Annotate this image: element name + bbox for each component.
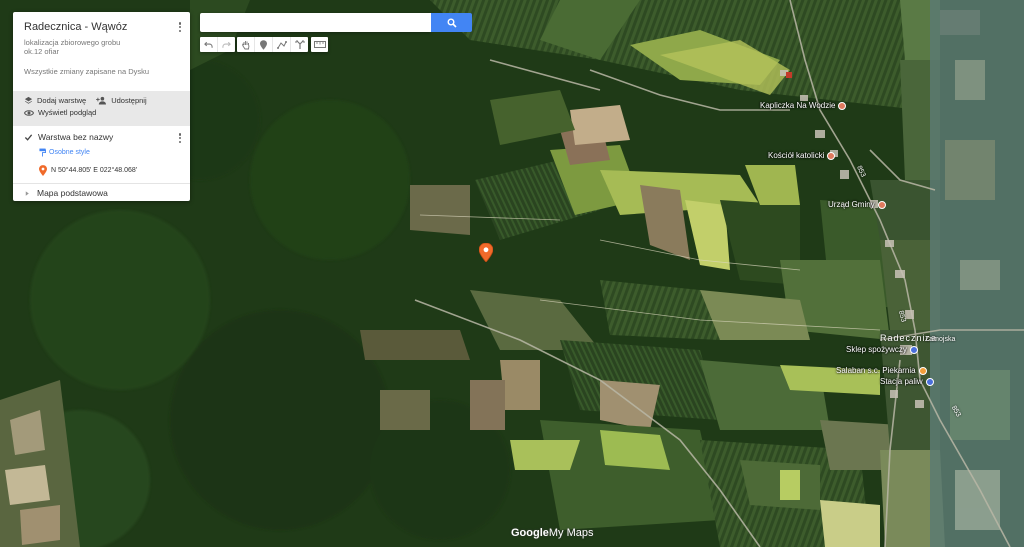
layers-icon xyxy=(24,96,33,104)
watermark-brand: Google xyxy=(511,527,549,539)
poi-label: Salaban s.c. Piekarnia xyxy=(836,366,916,375)
street-label-zamojska: Zamojska xyxy=(925,336,956,343)
save-status: Wszystkie zmiany zapisane na Dysku xyxy=(24,67,150,76)
watermark-product: My Maps xyxy=(548,527,594,539)
poi-label: Kapliczka Na Wodzie xyxy=(760,101,836,110)
add-layer-label: Dodaj warstwę xyxy=(37,96,87,105)
shopping-cart-icon xyxy=(909,345,918,354)
map-description-line: lokalizacja zbiorowego grobu xyxy=(24,38,121,47)
poi-label: Sklep spożywczy xyxy=(846,345,907,354)
preview-label: Wyświetl podgląd xyxy=(38,108,97,117)
feature-label: N 50°44.805' E 022°48.068' xyxy=(51,167,138,174)
layer-name[interactable]: Warstwa bez nazwy xyxy=(38,132,113,142)
eye-icon xyxy=(24,109,34,116)
map-title-section: Radecznica - Wąwóz lokalizacja zbioroweg… xyxy=(13,12,190,91)
civic-building-icon xyxy=(877,200,886,209)
redo-icon xyxy=(222,41,231,48)
undo-redo-toolbar xyxy=(200,37,235,52)
share-label: Udostępnij xyxy=(111,96,147,105)
poi-label: Stacja paliw xyxy=(880,377,923,386)
hand-icon xyxy=(241,40,249,49)
directions-tool[interactable] xyxy=(291,37,308,52)
add-layer-button[interactable]: Dodaj warstwę xyxy=(24,96,86,105)
basemap-section[interactable]: Mapa podstawowa xyxy=(13,184,190,201)
share-button[interactable]: Udostępnij xyxy=(96,96,147,105)
map-info-panel: Radecznica - Wąwóz lokalizacja zbioroweg… xyxy=(13,12,190,201)
map-pin-icon xyxy=(39,165,47,176)
poi-kosciol[interactable]: Kościół katolicki xyxy=(768,151,836,160)
layer-options-menu-icon[interactable] xyxy=(176,133,184,145)
map-options-menu-icon[interactable] xyxy=(176,22,184,34)
layer-section: Warstwa bez nazwy Osobne style N 50°44.8… xyxy=(13,126,190,184)
preview-button[interactable]: Wyświetl podgląd xyxy=(24,108,96,117)
select-pan-tool[interactable] xyxy=(237,37,255,52)
map-title[interactable]: Radecznica - Wąwóz xyxy=(24,21,179,33)
add-person-icon xyxy=(96,96,107,105)
poi-sklep[interactable]: Sklep spożywczy xyxy=(846,345,918,354)
redo-button[interactable] xyxy=(218,37,235,52)
basemap-label: Mapa podstawowa xyxy=(37,188,108,198)
church-icon xyxy=(838,101,847,110)
search-button[interactable] xyxy=(431,13,472,32)
map-marker-pin[interactable] xyxy=(479,243,493,262)
layer-style-link[interactable]: Osobne style xyxy=(39,148,179,157)
poi-urzad-gminy[interactable]: Urząd Gminy xyxy=(828,200,886,209)
measure-toolbar xyxy=(311,37,328,52)
gas-station-icon xyxy=(925,377,934,386)
poi-label: Urząd Gminy xyxy=(828,200,875,209)
poi-kapliczka[interactable]: Kapliczka Na Wodzie xyxy=(760,101,847,110)
bakery-icon xyxy=(918,366,927,375)
google-my-maps-watermark: GoogleMy Maps xyxy=(511,527,594,539)
add-marker-tool[interactable] xyxy=(255,37,273,52)
undo-icon xyxy=(204,41,213,48)
draw-line-tool[interactable] xyxy=(273,37,291,52)
map-actions-bar: Dodaj warstwę Udostępnij Wyświetl podglą… xyxy=(13,91,190,126)
poi-stacja-paliw[interactable]: Stacja paliw xyxy=(880,377,934,386)
draw-line-icon xyxy=(276,40,287,49)
paint-roller-icon xyxy=(39,148,46,157)
search-icon xyxy=(447,18,457,28)
drawing-toolbar xyxy=(237,37,308,52)
ruler-icon xyxy=(313,41,326,48)
marker-icon xyxy=(260,39,267,50)
poi-piekarnia[interactable]: Salaban s.c. Piekarnia xyxy=(836,366,927,375)
map-description[interactable]: lokalizacja zbiorowego grobu ok.12 ofiar xyxy=(24,38,179,56)
checkbox-checked-icon[interactable] xyxy=(24,133,33,142)
poi-label: Kościół katolicki xyxy=(768,151,825,160)
search-input[interactable] xyxy=(200,13,431,32)
church-icon xyxy=(827,151,836,160)
collapse-arrow-icon xyxy=(25,190,29,196)
feature-list-item[interactable]: N 50°44.805' E 022°48.068' xyxy=(39,165,179,176)
layer-style-label: Osobne style xyxy=(49,149,90,156)
map-description-line: ok.12 ofiar xyxy=(24,47,60,56)
undo-button[interactable] xyxy=(200,37,218,52)
measure-tool[interactable] xyxy=(311,37,328,52)
directions-icon xyxy=(295,40,304,49)
